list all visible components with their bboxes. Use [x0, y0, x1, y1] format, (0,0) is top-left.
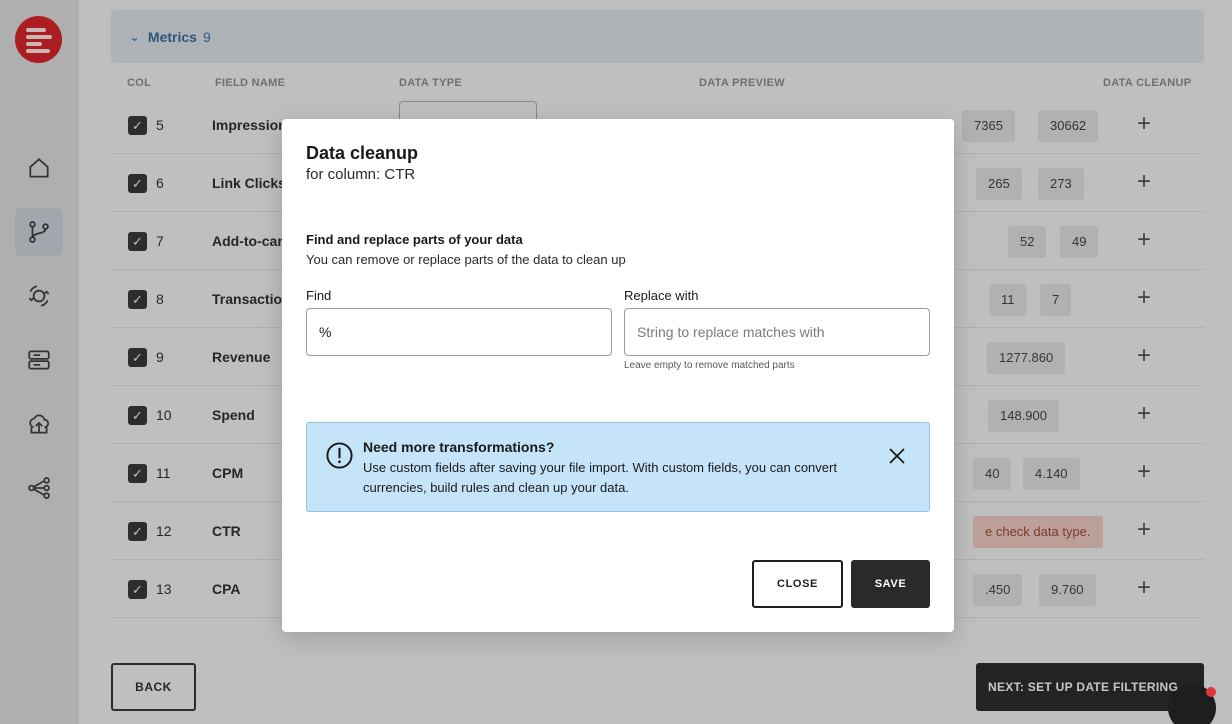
info-banner: Need more transformations? Use custom fi… [306, 422, 930, 512]
replace-help-text: Leave empty to remove matched parts [624, 360, 795, 371]
data-cleanup-modal: Data cleanup for column: CTR Find and re… [282, 119, 954, 632]
exclamation-circle-icon [326, 442, 353, 469]
chat-notification-badge [1206, 687, 1216, 697]
info-text: Use custom fields after saving your file… [363, 460, 837, 495]
find-input[interactable] [306, 308, 612, 356]
info-title: Need more transformations? [363, 439, 555, 455]
section-title: Find and replace parts of your data [306, 232, 523, 247]
find-label: Find [306, 288, 332, 303]
save-button[interactable]: SAVE [851, 560, 930, 608]
modal-title: Data cleanup [306, 143, 419, 163]
close-icon[interactable] [885, 444, 909, 468]
section-description: You can remove or replace parts of the d… [306, 252, 626, 267]
close-button[interactable]: CLOSE [752, 560, 843, 608]
modal-subtitle: for column: CTR [306, 166, 416, 183]
replace-label: Replace with [624, 288, 699, 303]
replace-input[interactable] [624, 308, 930, 356]
